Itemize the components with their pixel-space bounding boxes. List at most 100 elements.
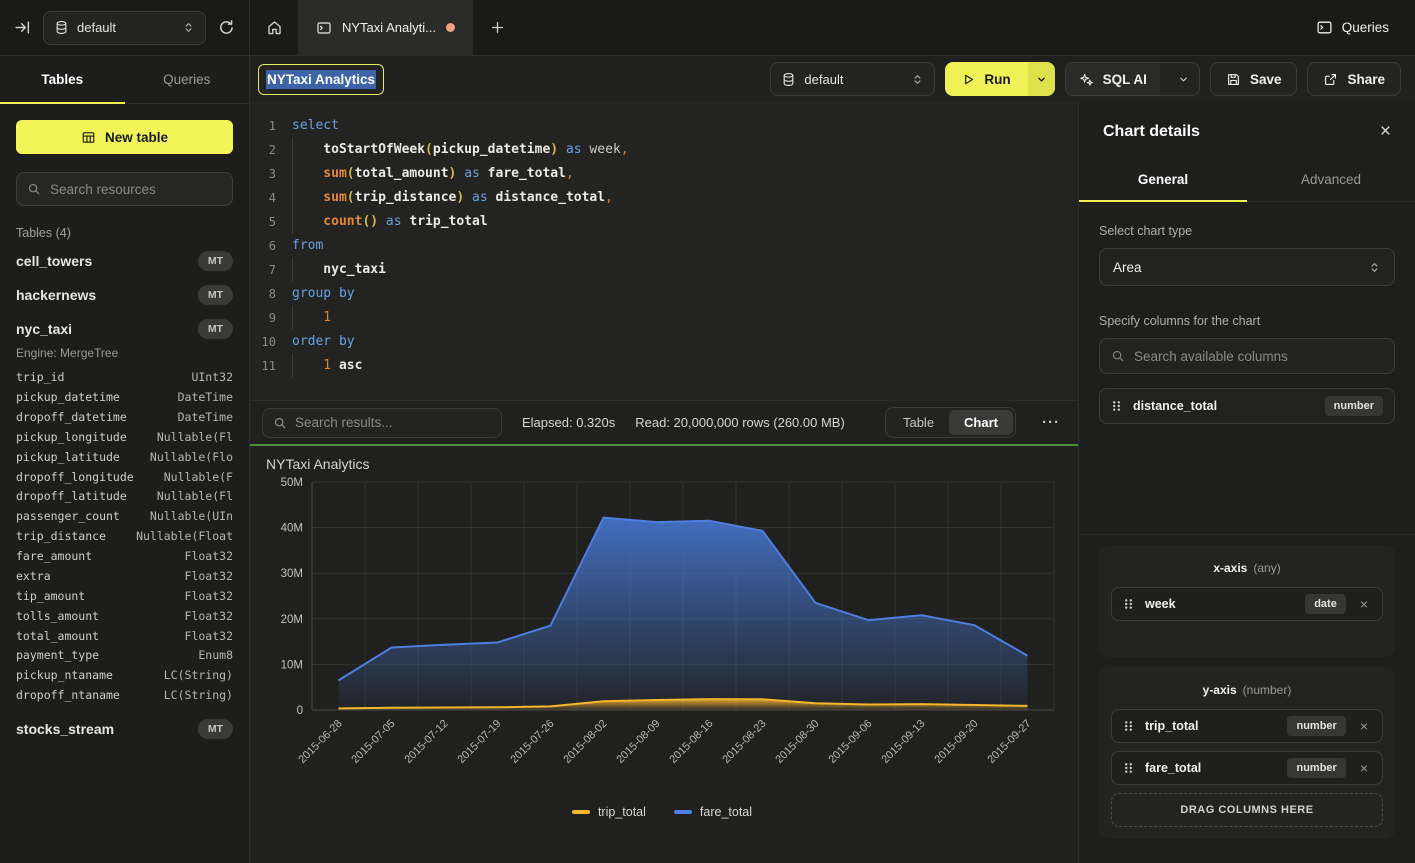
code-line[interactable]: 111 asc [250, 354, 1078, 378]
column-row: pickup_datetimeDateTime [0, 388, 249, 408]
y-axis-section: y-axis(number) trip_totalnumber×fare_tot… [1099, 667, 1395, 839]
refresh-icon[interactable] [218, 19, 235, 36]
pill-column-name: trip_total [1145, 719, 1276, 733]
results-search-input[interactable]: Search results... [262, 408, 502, 438]
indent-guide [292, 162, 323, 186]
database-icon [54, 20, 69, 35]
column-type: Nullable(F [164, 470, 233, 486]
table-item-cell_towers[interactable]: cell_towersMT [0, 244, 249, 278]
toggle-table[interactable]: Table [888, 410, 949, 435]
query-title-value: NYTaxi Analytics [266, 70, 376, 89]
column-row: pickup_ntanameLC(String) [0, 666, 249, 686]
table-item-stocks_stream[interactable]: stocks_streamMT [0, 712, 249, 746]
tab-advanced[interactable]: Advanced [1247, 159, 1415, 201]
remove-column-icon[interactable]: × [1357, 760, 1371, 776]
more-options-icon[interactable]: ··· [1036, 414, 1066, 431]
legend-item-fare_total[interactable]: fare_total [674, 805, 752, 819]
legend-item-trip_total[interactable]: trip_total [572, 805, 646, 819]
code-line[interactable]: 10order by [250, 330, 1078, 354]
columns-search-input[interactable]: Search available columns [1099, 338, 1395, 374]
code-line[interactable]: 8group by [250, 282, 1078, 306]
new-table-button[interactable]: New table [16, 120, 233, 154]
svg-text:2015-07-05: 2015-07-05 [349, 718, 397, 766]
sidebar-search-input[interactable]: Search resources [16, 172, 233, 206]
query-tab[interactable]: NYTaxi Analyti... [298, 0, 473, 55]
database-selector[interactable]: default [43, 11, 206, 45]
column-type: UInt32 [191, 370, 233, 386]
chart-type-value: Area [1113, 260, 1142, 275]
chart-details-title: Chart details [1103, 123, 1200, 141]
code-line[interactable]: 4sum(trip_distance) as distance_total, [250, 186, 1078, 210]
toolbar-database-selector[interactable]: default [770, 62, 935, 96]
drag-handle-icon[interactable] [1123, 761, 1134, 775]
drag-columns-dropzone[interactable]: DRAG COLUMNS HERE [1111, 793, 1383, 827]
column-pill-fare_total[interactable]: fare_totalnumber× [1111, 751, 1383, 785]
sidebar-tab-queries[interactable]: Queries [125, 56, 250, 103]
sql-ai-button[interactable]: SQL AI [1065, 62, 1200, 96]
chart-type-select[interactable]: Area [1099, 248, 1395, 286]
run-button-main[interactable]: Run [945, 62, 1027, 96]
remove-column-icon[interactable]: × [1357, 596, 1371, 612]
drag-handle-icon[interactable] [1111, 399, 1122, 413]
code-line[interactable]: 7nyc_taxi [250, 258, 1078, 282]
save-button[interactable]: Save [1210, 62, 1298, 96]
run-button[interactable]: Run [945, 62, 1054, 96]
code-line[interactable]: 91 [250, 306, 1078, 330]
sql-editor[interactable]: 1select2toStartOfWeek(pickup_datetime) a… [250, 102, 1078, 400]
chart-details-header: Chart details × [1079, 102, 1415, 159]
svg-text:2015-07-19: 2015-07-19 [455, 718, 503, 766]
sql-ai-main[interactable]: SQL AI [1066, 63, 1160, 95]
sql-ai-options-button[interactable] [1169, 63, 1199, 95]
column-name: pickup_ntaname [16, 668, 113, 684]
column-pill-distance_total[interactable]: distance_totalnumber [1099, 388, 1395, 424]
svg-text:2015-09-13: 2015-09-13 [879, 718, 927, 766]
query-title-input[interactable]: NYTaxi Analytics [258, 64, 384, 95]
column-type: Float32 [185, 609, 233, 625]
code-line-text: count() as trip_total [292, 210, 488, 234]
queries-button[interactable]: Queries [1290, 0, 1415, 55]
code-line[interactable]: 3sum(total_amount) as fare_total, [250, 162, 1078, 186]
column-pill-trip_total[interactable]: trip_totalnumber× [1111, 709, 1383, 743]
code-line[interactable]: 6from [250, 234, 1078, 258]
drag-handle-icon[interactable] [1123, 597, 1134, 611]
table-item-hackernews[interactable]: hackernewsMT [0, 278, 249, 312]
indent-guide [292, 186, 323, 210]
top-bar-left: default [0, 0, 250, 55]
new-tab-button[interactable] [473, 0, 523, 55]
column-row: extraFloat32 [0, 567, 249, 587]
column-type: Float32 [185, 569, 233, 585]
svg-text:40M: 40M [281, 523, 303, 535]
code-line-text: group by [292, 282, 355, 306]
svg-text:50M: 50M [281, 477, 303, 489]
column-row: trip_distanceNullable(Float [0, 527, 249, 547]
engine-badge: MT [198, 719, 233, 739]
code-line[interactable]: 5count() as trip_total [250, 210, 1078, 234]
share-button[interactable]: Share [1307, 62, 1401, 96]
column-name: passenger_count [16, 509, 120, 525]
code-line[interactable]: 2toStartOfWeek(pickup_datetime) as week, [250, 138, 1078, 162]
code-line-text: from [292, 234, 323, 258]
collapse-sidebar-icon[interactable] [14, 19, 31, 36]
tab-general[interactable]: General [1079, 159, 1247, 201]
toggle-chart[interactable]: Chart [949, 410, 1013, 435]
drag-handle-icon[interactable] [1123, 719, 1134, 733]
table-item-nyc_taxi[interactable]: nyc_taxiMT [0, 312, 249, 346]
home-tab-button[interactable] [250, 0, 298, 55]
column-pill-week[interactable]: weekdate× [1111, 587, 1383, 621]
share-icon [1323, 72, 1338, 87]
indent-guide [292, 210, 323, 234]
chart-plot[interactable]: 010M20M30M40M50M2015-06-282015-07-052015… [266, 472, 1058, 800]
close-icon[interactable]: × [1380, 122, 1391, 141]
remove-column-icon[interactable]: × [1357, 718, 1371, 734]
sparkles-icon [1079, 72, 1094, 87]
svg-text:2015-09-06: 2015-09-06 [826, 718, 874, 766]
code-line[interactable]: 1select [250, 114, 1078, 138]
sidebar-tab-tables[interactable]: Tables [0, 56, 125, 103]
table-name: nyc_taxi [16, 321, 72, 337]
run-options-button[interactable] [1028, 62, 1055, 96]
column-type: Nullable(Fl [157, 430, 233, 446]
pill-column-name: fare_total [1145, 761, 1276, 775]
svg-text:2015-08-23: 2015-08-23 [720, 718, 768, 766]
svg-text:20M: 20M [281, 614, 303, 626]
column-row: tolls_amountFloat32 [0, 607, 249, 627]
